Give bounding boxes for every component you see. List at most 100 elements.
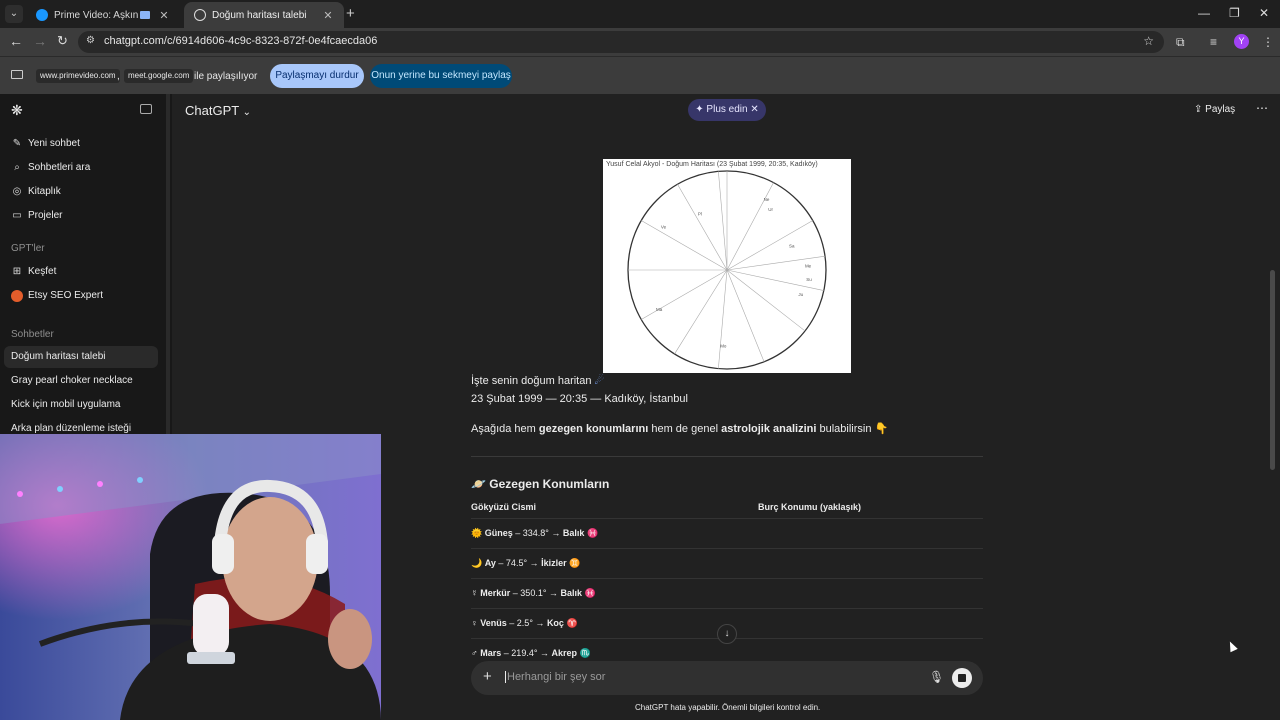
bookmark-star-icon[interactable]: ☆ [1143, 34, 1154, 48]
edit-icon: ✎ [12, 138, 22, 149]
planet-degree: – 74.5° → [498, 558, 539, 568]
disclaimer-text: ChatGPT hata yapabilir. Önemli bilgileri… [635, 703, 821, 712]
tab-prime-video[interactable]: Prime Video: Aşkın Gücü ✕ [26, 2, 180, 28]
address-bar[interactable]: ⚙ chatgpt.com/c/6914d606-4c9c-8323-872f-… [78, 31, 1164, 53]
tab-chatgpt[interactable]: Doğum haritası talebi ✕ [184, 2, 344, 28]
planet-name: Güneş [484, 528, 513, 538]
sidebar-item-etsy-seo-expert[interactable]: Etsy SEO Expert [4, 285, 158, 307]
shared-site-chip: meet.google.com [124, 69, 194, 83]
back-icon[interactable]: ← [9, 33, 23, 49]
message-line: İşte senin doğum haritan ☄ [471, 374, 604, 387]
scroll-to-bottom-button[interactable]: ↓ [717, 624, 737, 644]
house-cusp-line [674, 269, 728, 355]
chat-item-active[interactable]: Doğum haritası talebi [4, 346, 158, 368]
house-cusp-line [726, 269, 806, 332]
planet-degree: – 334.8° → [515, 528, 561, 538]
share-button[interactable]: ⇪ Paylaş [1194, 104, 1235, 115]
cast-icon [140, 11, 150, 19]
profile-avatar[interactable]: Y [1234, 34, 1249, 49]
close-tab-icon[interactable]: ✕ [158, 9, 170, 22]
reload-icon[interactable]: ↻ [57, 33, 68, 49]
sidebar-item-label: Yeni sohbet [28, 138, 80, 149]
intro-text: Aşağıda hem [471, 423, 539, 435]
zodiac-glyph: ♓ [584, 588, 596, 598]
openai-logo-icon[interactable]: ❋ [11, 102, 23, 119]
chatgpt-favicon-icon [194, 9, 206, 21]
planet-label: Ne [764, 197, 770, 202]
planet-symbol: ♂ [471, 648, 478, 658]
planet-label: Su [806, 277, 812, 282]
etsy-icon [11, 290, 23, 302]
close-tab-icon[interactable]: ✕ [322, 9, 334, 22]
divider [471, 456, 983, 457]
sidebar-item-explore[interactable]: ⊞ Keşfet [4, 261, 158, 283]
planet-label: Ve [661, 225, 667, 230]
table-row: ♀ Venüs – 2.5° → Koç ♈ [471, 618, 578, 629]
planet-name: Mars [480, 648, 502, 658]
forward-icon[interactable]: → [33, 33, 47, 49]
zodiac-sign: İkizler [541, 558, 567, 568]
sidebar-item-projects[interactable]: ▭ Projeler [4, 205, 158, 227]
tab-title: Doğum haritası talebi [212, 9, 307, 21]
zodiac-glyph: ♊ [569, 558, 581, 568]
upgrade-plus-button[interactable]: ✦ Plus edin ✕ [688, 99, 766, 121]
tab-search-button[interactable]: ⌄ [5, 5, 23, 23]
planet-name: Venüs [480, 618, 507, 628]
more-options-icon[interactable]: ⋯ [1256, 101, 1268, 115]
new-tab-icon[interactable]: + [346, 5, 355, 22]
zodiac-glyph: ♈ [566, 618, 578, 628]
close-window-icon[interactable]: ✕ [1259, 6, 1269, 20]
sidebar-item-library[interactable]: ◎ Kitaplık [4, 181, 158, 203]
house-cusp-line [641, 269, 728, 320]
prompt-input[interactable]: Herhangi bir şey sor [505, 671, 605, 683]
add-attachment-icon[interactable]: + [483, 668, 492, 685]
microphone-icon[interactable]: 🎙 [929, 670, 944, 684]
share-this-tab-button[interactable]: Onun yerine bu sekmeyi paylaş [370, 64, 512, 88]
sidebar-item-new-chat[interactable]: ✎ Yeni sohbet [4, 133, 158, 155]
comet-icon: ☄ [594, 375, 605, 387]
url-text: chatgpt.com/c/6914d606-4c9c-8323-872f-0e… [104, 35, 378, 47]
stop-generating-button[interactable] [952, 668, 972, 688]
share-icon: ⇪ [1194, 104, 1203, 115]
planet-degree: – 350.1° → [512, 588, 558, 598]
chat-item[interactable]: Kick için mobil uygulama [4, 394, 158, 416]
planet-symbol: ☿ [471, 588, 478, 598]
model-selector[interactable]: ChatGPT ⌄ [185, 103, 251, 118]
planet-degree: – 219.4° → [503, 648, 549, 658]
planet-label: Ju [798, 292, 803, 297]
media-controls-icon[interactable]: ≡ [1210, 35, 1217, 49]
chevron-down-icon: ⌄ [242, 107, 251, 118]
sidebar-item-label: Kitaplık [28, 186, 61, 197]
chat-item-label: Kick için mobil uygulama [11, 399, 121, 410]
extensions-icon[interactable]: ⧉ [1176, 35, 1185, 50]
main-scrollbar[interactable] [1270, 270, 1275, 470]
sidebar-item-label: Projeler [28, 210, 63, 221]
message-composer[interactable]: + Herhangi bir şey sor 🎙 [471, 661, 983, 695]
intro-bold: gezegen konumlarını [538, 423, 649, 435]
zodiac-sign: Akrep [551, 648, 577, 658]
restore-icon[interactable]: ❐ [1229, 6, 1240, 20]
planet-label: Sa [789, 243, 795, 248]
prime-video-favicon-icon [36, 9, 48, 21]
table-divider [471, 578, 983, 579]
planet-symbol: 🌙 [471, 558, 483, 568]
natal-chart-image[interactable]: Yusuf Celal Akyol - Doğum Haritası (23 Ş… [603, 159, 851, 373]
sidebar-toggle-icon[interactable] [140, 104, 152, 114]
sharing-status-text: ile paylaşılıyor [194, 71, 258, 82]
message-intro: Aşağıda hem gezegen konumlarını hem de g… [471, 422, 888, 435]
browser-menu-icon[interactable]: ⋮ [1262, 35, 1274, 49]
share-label: Paylaş [1205, 104, 1236, 115]
minimize-icon[interactable]: — [1198, 6, 1210, 20]
zodiac-sign: Koç [546, 618, 564, 628]
stop-sharing-button[interactable]: Paylaşmayı durdur [270, 64, 364, 88]
house-cusp-line [718, 269, 728, 369]
natal-chart-wheel: Pl Ne Ur Sa Me Su Ju Ma Ve Mo [627, 170, 827, 370]
site-info-icon[interactable]: ⚙ [86, 35, 95, 46]
sidebar-item-label: Etsy SEO Expert [28, 290, 104, 301]
table-row: ☿ Merkür – 350.1° → Balık ♓ [471, 588, 596, 599]
gpts-heading: GPT'ler [11, 243, 45, 254]
chat-item[interactable]: Gray pearl choker necklace [4, 370, 158, 392]
sidebar-item-search-chats[interactable]: ⌕ Sohbetleri ara [4, 157, 158, 179]
screen-sharing-bar: www.primevideo.com , meet.google.com ile… [0, 56, 1280, 94]
table-header: Burç Konumu (yaklaşık) [758, 502, 862, 512]
